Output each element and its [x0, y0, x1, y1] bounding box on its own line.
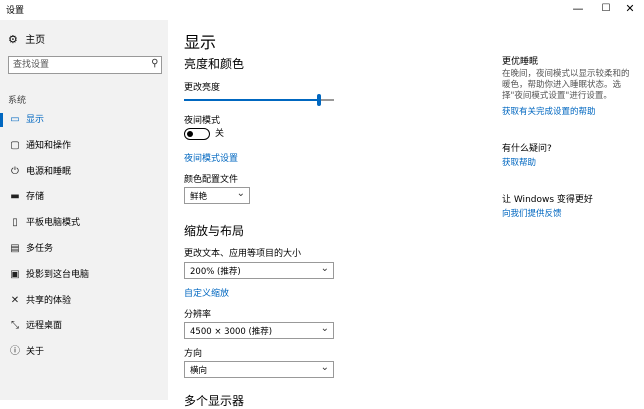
select-value: 横向	[190, 366, 208, 376]
sidebar-item-label: 存储	[26, 192, 45, 203]
toggle-knob	[187, 130, 193, 137]
select-value: 4500 × 3000 (推荐)	[190, 327, 273, 337]
chevron-down-icon: ⌄	[236, 188, 245, 199]
chevron-down-icon: ⌄	[320, 323, 329, 334]
sidebar-item-notifications[interactable]: ▢ 通知和操作	[0, 136, 168, 162]
color-profile-select[interactable]: 鲜艳 ⌄	[184, 187, 250, 204]
multitask-icon: ▤	[10, 242, 20, 254]
feedback-link[interactable]: 向我们提供反馈	[502, 207, 562, 219]
sidebar-item-label: 关于	[26, 347, 45, 358]
sleep-heading: 更优睡眠	[502, 57, 539, 67]
slider-fill	[184, 99, 319, 101]
close-button[interactable]: ✕	[616, 0, 644, 20]
sidebar-item-project[interactable]: ▣ 投影到这台电脑	[0, 265, 168, 291]
power-icon: ⏻	[11, 165, 19, 177]
get-help-link[interactable]: 获取帮助	[502, 156, 536, 168]
slider-thumb[interactable]	[317, 94, 321, 106]
page-title: 显示	[184, 33, 217, 52]
chevron-down-icon: ⌄	[320, 362, 329, 373]
home-link[interactable]: ⚙ 主页	[8, 32, 45, 48]
search-box[interactable]: ⚲	[8, 56, 162, 74]
sidebar-item-multitask[interactable]: ▤ 多任务	[0, 239, 168, 265]
sleep-help-link[interactable]: 获取有关完成设置的帮助	[502, 105, 596, 117]
sidebar-item-label: 通知和操作	[26, 140, 72, 151]
resolution-select[interactable]: 4500 × 3000 (推荐) ⌄	[184, 322, 334, 339]
shared-experience-icon: ✕	[10, 294, 20, 306]
night-light-state: 关	[215, 129, 225, 139]
message-icon: ▢	[10, 139, 20, 151]
remote-desktop-icon: ⤡	[11, 320, 19, 332]
select-value: 200% (推荐)	[190, 267, 241, 277]
orientation-label: 方向	[184, 349, 203, 359]
search-icon[interactable]: ⚲	[151, 58, 158, 69]
sidebar-item-storage[interactable]: ▬ 存储	[0, 187, 168, 213]
color-profile-label: 颜色配置文件	[184, 175, 239, 185]
brightness-heading: 亮度和颜色	[184, 57, 245, 71]
nav-list: ▭ 显示 ▢ 通知和操作 ⏻ 电源和睡眠 ▬ 存储 ▯ 平板电脑模式 ▤ 多任务…	[0, 110, 168, 368]
sidebar-item-label: 平板电脑模式	[26, 218, 81, 229]
tablet-icon: ▯	[12, 217, 18, 229]
sidebar-item-label: 投影到这台电脑	[26, 269, 90, 280]
sidebar-item-label: 远程桌面	[26, 321, 63, 332]
resolution-label: 分辨率	[184, 310, 212, 320]
window-title: 设置	[6, 6, 25, 16]
multi-display-heading: 多个显示器	[184, 394, 245, 408]
search-input[interactable]	[13, 58, 143, 72]
info-icon: ⓘ	[10, 346, 20, 358]
question-heading: 有什么疑问?	[502, 144, 552, 154]
sleep-text: 在晚间，夜间模式以显示较柔和的暖色，帮助你进入睡眠状态。选择"夜间模式设置"进行…	[502, 69, 630, 101]
sidebar-item-label: 共享的体验	[26, 295, 72, 306]
sidebar-item-power[interactable]: ⏻ 电源和睡眠	[0, 162, 168, 188]
orientation-select[interactable]: 横向 ⌄	[184, 361, 334, 378]
storage-icon: ▬	[10, 191, 20, 203]
sidebar-item-tablet[interactable]: ▯ 平板电脑模式	[0, 213, 168, 239]
scale-heading: 缩放与布局	[184, 224, 245, 238]
sidebar-item-label: 多任务	[26, 243, 54, 254]
brightness-label: 更改亮度	[184, 83, 221, 93]
custom-scale-link[interactable]: 自定义缩放	[184, 286, 229, 299]
night-light-label: 夜间模式	[184, 116, 221, 126]
minimize-button[interactable]: —	[564, 0, 592, 20]
night-light-toggle[interactable]	[184, 128, 210, 140]
sidebar: ⚙ 主页 ⚲ 系统 ▭ 显示 ▢ 通知和操作 ⏻ 电源和睡眠 ▬ 存储 ▯ 平板…	[0, 20, 168, 400]
night-light-settings-link[interactable]: 夜间模式设置	[184, 151, 238, 164]
sidebar-item-shared[interactable]: ✕ 共享的体验	[0, 291, 168, 317]
sidebar-item-label: 显示	[26, 115, 45, 125]
section-label: 系统	[8, 96, 27, 106]
brightness-slider[interactable]	[184, 94, 334, 106]
sidebar-item-label: 电源和睡眠	[26, 166, 72, 177]
scale-label: 更改文本、应用等项目的大小	[184, 249, 302, 259]
select-value: 鲜艳	[190, 192, 208, 202]
gear-icon: ⚙	[8, 33, 18, 46]
home-label: 主页	[25, 35, 46, 46]
chevron-down-icon: ⌄	[320, 263, 329, 274]
monitor-icon: ▭	[10, 114, 20, 125]
scale-select[interactable]: 200% (推荐) ⌄	[184, 262, 334, 279]
sidebar-item-display[interactable]: ▭ 显示	[0, 110, 168, 136]
sidebar-item-remote[interactable]: ⤡ 远程桌面	[0, 316, 168, 342]
sidebar-item-about[interactable]: ⓘ 关于	[0, 342, 168, 368]
title-bar: 设置 — ☐ ✕	[0, 0, 644, 20]
feedback-heading: 让 Windows 变得更好	[502, 195, 593, 205]
project-icon: ▣	[10, 268, 20, 280]
